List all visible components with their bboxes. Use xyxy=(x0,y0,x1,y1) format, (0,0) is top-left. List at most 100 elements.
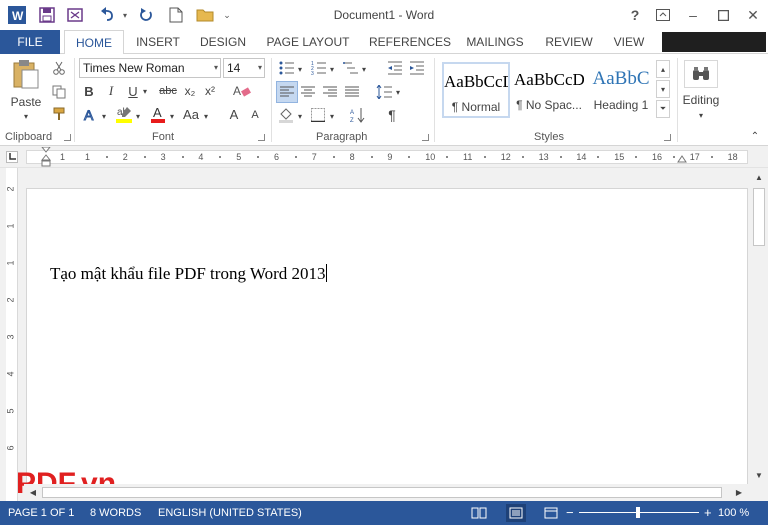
horizontal-ruler[interactable]: 1 1 2 3 4 5 6 7 8 9 10 11 12 13 14 15 16 17 18 xyxy=(26,147,748,167)
text-highlight-icon[interactable]: ab xyxy=(114,104,134,124)
tab-insert[interactable]: INSERT xyxy=(130,30,186,54)
borders-dropdown-icon[interactable]: ▾ xyxy=(328,111,336,121)
highlight-dropdown-icon[interactable]: ▾ xyxy=(134,111,142,121)
styles-more-icon[interactable]: ⏷ xyxy=(656,100,670,118)
shading-dropdown-icon[interactable]: ▾ xyxy=(296,111,304,121)
scroll-up-icon[interactable]: ▲ xyxy=(754,172,764,182)
tab-mailings[interactable]: MAILINGS xyxy=(462,30,528,54)
zoom-out-button[interactable]: − xyxy=(566,505,574,520)
right-indent-marker-icon[interactable] xyxy=(677,149,687,165)
tab-review[interactable]: REVIEW xyxy=(540,30,598,54)
horizontal-scroll-thumb[interactable] xyxy=(42,487,722,498)
align-center-icon[interactable] xyxy=(298,82,318,102)
open-folder-icon[interactable] xyxy=(194,5,216,25)
zoom-slider-thumb[interactable] xyxy=(636,507,640,518)
justify-icon[interactable] xyxy=(342,82,362,102)
ribbon-display-options-button[interactable] xyxy=(650,4,676,26)
underline-button[interactable]: U xyxy=(126,82,140,100)
align-left-button[interactable] xyxy=(276,81,298,103)
scroll-left-icon[interactable]: ◀ xyxy=(28,487,38,497)
tab-references[interactable]: REFERENCES xyxy=(364,30,456,54)
text-effects-icon[interactable]: A xyxy=(80,106,100,124)
line-spacing-icon[interactable] xyxy=(374,82,394,102)
read-mode-icon[interactable] xyxy=(470,505,488,521)
tab-home[interactable]: HOME xyxy=(64,30,124,55)
editing-dropdown-icon[interactable]: ▾ xyxy=(696,110,706,120)
undo-dropdown-icon[interactable]: ▾ xyxy=(120,5,130,25)
strikethrough-button[interactable]: abc xyxy=(158,82,178,100)
multilevel-list-icon[interactable] xyxy=(342,60,360,76)
font-color-dropdown-icon[interactable]: ▾ xyxy=(168,111,176,121)
cut-icon[interactable] xyxy=(50,60,68,76)
align-right-icon[interactable] xyxy=(320,82,340,102)
zoom-level[interactable]: 100 % xyxy=(718,507,749,519)
shrink-font-button[interactable]: A xyxy=(248,106,262,124)
vertical-scrollbar[interactable]: ▲ ▼ xyxy=(750,168,768,501)
superscript-button[interactable]: x² xyxy=(202,82,218,100)
redo-icon[interactable] xyxy=(136,5,156,25)
print-preview-icon[interactable] xyxy=(64,5,86,25)
change-case-button[interactable]: Aa xyxy=(180,104,202,124)
grow-font-button[interactable]: A xyxy=(226,104,242,124)
new-document-icon[interactable] xyxy=(166,5,186,25)
styles-scroll-down-icon[interactable]: ▾ xyxy=(656,80,670,98)
shading-icon[interactable] xyxy=(276,106,296,124)
user-account-area[interactable] xyxy=(662,32,766,52)
indent-marker-icon[interactable] xyxy=(41,147,51,169)
increase-indent-icon[interactable] xyxy=(408,60,426,76)
subscript-button[interactable]: x₂ xyxy=(182,82,198,100)
zoom-in-button[interactable]: + xyxy=(704,505,712,520)
close-button[interactable]: ✕ xyxy=(740,4,766,26)
page-count[interactable]: PAGE 1 OF 1 xyxy=(8,507,74,519)
word-app-icon[interactable]: W xyxy=(6,5,28,25)
maximize-button[interactable] xyxy=(710,4,736,26)
numbering-icon[interactable]: 123 xyxy=(310,60,328,76)
paste-button[interactable]: Paste xyxy=(6,94,46,110)
paste-icon[interactable] xyxy=(8,58,44,90)
line-spacing-dropdown-icon[interactable]: ▾ xyxy=(394,87,402,97)
styles-dialog-launcher-icon[interactable] xyxy=(664,134,671,141)
sort-icon[interactable]: AZ xyxy=(348,106,368,124)
tab-file[interactable]: FILE xyxy=(0,30,60,54)
word-count[interactable]: 8 WORDS xyxy=(90,507,141,519)
scroll-down-icon[interactable]: ▼ xyxy=(754,470,764,480)
save-icon[interactable] xyxy=(36,5,58,25)
font-name-combo[interactable]: Times New Roman ▾ xyxy=(79,58,221,78)
scroll-right-icon[interactable]: ▶ xyxy=(734,487,744,497)
bold-button[interactable]: B xyxy=(82,82,96,100)
copy-icon[interactable] xyxy=(50,84,68,100)
editing-button[interactable]: Editing xyxy=(678,92,724,108)
tab-page-layout[interactable]: PAGE LAYOUT xyxy=(262,30,354,54)
clear-formatting-icon[interactable]: A xyxy=(230,82,254,100)
paragraph-dialog-launcher-icon[interactable] xyxy=(422,134,429,141)
multilevel-dropdown-icon[interactable]: ▾ xyxy=(360,64,368,74)
clipboard-dialog-launcher-icon[interactable] xyxy=(64,134,71,141)
font-size-dropdown-icon[interactable]: ▾ xyxy=(258,59,262,77)
style-no-spacing[interactable]: AaBbCcDc ¶ No Spac... xyxy=(514,62,584,118)
font-name-dropdown-icon[interactable]: ▾ xyxy=(214,59,218,77)
format-painter-icon[interactable] xyxy=(50,106,68,122)
customize-toolbar-icon[interactable]: ⌄ xyxy=(222,5,232,25)
borders-icon[interactable] xyxy=(308,106,328,124)
paste-dropdown-icon[interactable]: ▾ xyxy=(20,111,32,121)
document-body-text[interactable]: Tạo mật khẩu file PDF trong Word 2013 xyxy=(50,264,328,284)
minimize-button[interactable]: – xyxy=(680,4,706,26)
tab-selector-icon[interactable] xyxy=(6,151,18,163)
document-page[interactable]: Tạo mật khẩu file PDF trong Word 2013 xyxy=(26,188,748,488)
tab-design[interactable]: DESIGN xyxy=(194,30,252,54)
numbering-dropdown-icon[interactable]: ▾ xyxy=(328,64,336,74)
font-size-combo[interactable]: 14 ▾ xyxy=(223,58,265,78)
print-layout-icon[interactable] xyxy=(506,504,526,522)
italic-button[interactable]: I xyxy=(104,82,118,100)
collapse-ribbon-icon[interactable]: ⌃ xyxy=(748,130,762,142)
underline-dropdown-icon[interactable]: ▾ xyxy=(140,86,150,96)
styles-scroll-up-icon[interactable]: ▴ xyxy=(656,60,670,78)
font-dialog-launcher-icon[interactable] xyxy=(258,134,265,141)
font-color-icon[interactable]: A xyxy=(148,104,168,124)
bullets-icon[interactable] xyxy=(278,60,296,76)
undo-icon[interactable] xyxy=(96,5,120,25)
tab-view[interactable]: VIEW xyxy=(606,30,652,54)
change-case-dropdown-icon[interactable]: ▾ xyxy=(202,111,210,121)
binoculars-icon[interactable] xyxy=(684,60,718,88)
language-indicator[interactable]: ENGLISH (UNITED STATES) xyxy=(158,507,302,519)
